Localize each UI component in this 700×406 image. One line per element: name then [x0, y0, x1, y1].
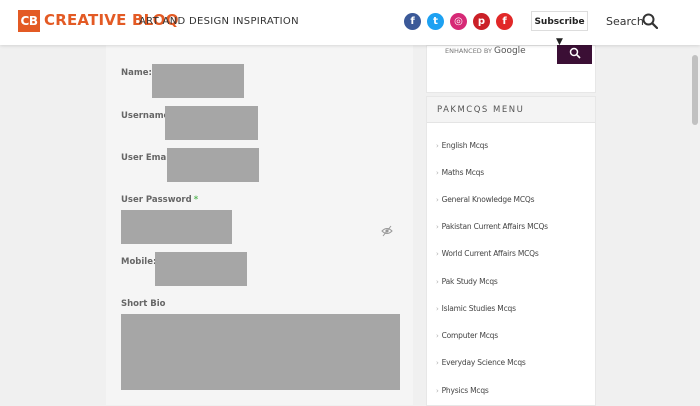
chevron-right-icon: › — [436, 278, 439, 286]
menu-item-label[interactable]: Physics Mcqs — [442, 386, 489, 395]
name-label-text: Name: — [121, 68, 152, 78]
menu-item[interactable]: › Islamic Studies Mcqs — [436, 304, 516, 313]
eye-slash-icon[interactable] — [381, 225, 393, 237]
sidebar-search-widget: ENHANCED BY Google — [426, 44, 596, 93]
scrollbar-thumb[interactable] — [692, 55, 698, 125]
search-icon[interactable] — [642, 13, 658, 29]
twitter-icon[interactable]: t — [427, 13, 444, 30]
menu-item-label[interactable]: Pak Study Mcqs — [442, 277, 498, 286]
password-label-text: User Password — [121, 195, 192, 205]
username-field[interactable] — [165, 106, 258, 140]
required-mark: * — [193, 195, 199, 205]
subscribe-button[interactable]: Subscribe ▼ — [531, 11, 588, 47]
menu-item[interactable]: › Computer Mcqs — [436, 331, 498, 340]
menu-item-label[interactable]: Maths Mcqs — [442, 168, 485, 177]
mobile-field[interactable] — [155, 252, 247, 286]
chevron-right-icon: › — [436, 223, 439, 231]
pinterest-icon[interactable]: p — [473, 13, 490, 30]
menu-item-label[interactable]: Everyday Science Mcqs — [442, 358, 526, 367]
google-text: Google — [493, 46, 526, 56]
facebook-icon[interactable]: f — [404, 13, 421, 30]
mobile-label-text: Mobile: — [121, 257, 157, 267]
pakmcqs-menu: PAKMCQS MENU › English Mcqs › Maths Mcqs ›… — [426, 96, 596, 406]
flipboard-icon[interactable]: f — [496, 13, 513, 30]
chevron-right-icon: › — [436, 387, 439, 395]
menu-item-label[interactable]: Computer Mcqs — [442, 331, 499, 340]
tagline: ART AND DESIGN INSPIRATION — [139, 16, 299, 27]
menu-item[interactable]: › Everyday Science Mcqs — [436, 358, 526, 367]
search-icon — [569, 47, 581, 59]
menu-item-label[interactable]: General Knowledge MCQs — [442, 195, 535, 204]
search-label[interactable]: Search — [606, 15, 644, 28]
menu-title: PAKMCQS MENU — [427, 97, 595, 123]
chevron-right-icon: › — [436, 305, 439, 313]
chevron-right-icon: › — [436, 169, 439, 177]
menu-item[interactable]: › Pakistan Current Affairs MCQs — [436, 222, 548, 231]
chevron-right-icon: › — [436, 196, 439, 204]
bio-label: Short Bio — [121, 299, 166, 309]
menu-item[interactable]: › Maths Mcqs — [436, 168, 484, 177]
bio-textarea[interactable] — [121, 314, 400, 390]
instagram-icon[interactable]: ◎ — [450, 13, 467, 30]
email-field[interactable] — [167, 148, 259, 182]
enhanced-by-text: ENHANCED BY — [445, 47, 492, 55]
username-label-text: Username — [121, 111, 170, 121]
menu-item[interactable]: › Physics Mcqs — [436, 386, 489, 395]
menu-item[interactable]: › English Mcqs — [436, 141, 488, 150]
menu-item-label[interactable]: English Mcqs — [442, 141, 489, 150]
password-field[interactable] — [121, 210, 232, 244]
menu-item-label[interactable]: Islamic Studies Mcqs — [442, 304, 516, 313]
menu-item-label[interactable]: Pakistan Current Affairs MCQs — [442, 222, 548, 231]
chevron-right-icon: › — [436, 250, 439, 258]
chevron-right-icon: › — [436, 142, 439, 150]
google-branding: ENHANCED BY Google — [445, 46, 526, 56]
menu-item[interactable]: › General Knowledge MCQs — [436, 195, 534, 204]
menu-item-label[interactable]: World Current Affairs MCQs — [442, 249, 539, 258]
chevron-right-icon: › — [436, 359, 439, 367]
name-field[interactable] — [152, 64, 244, 98]
menu-item[interactable]: › World Current Affairs MCQs — [436, 249, 539, 258]
menu-item[interactable]: › Pak Study Mcqs — [436, 277, 498, 286]
logo-mark[interactable]: CB — [18, 10, 40, 32]
email-label-text: User Email — [121, 153, 173, 163]
site-header: CB CREATIVE BLOQ ART AND DESIGN INSPIRAT… — [0, 0, 700, 47]
password-label: User Password * — [121, 195, 198, 205]
chevron-right-icon: › — [436, 332, 439, 340]
